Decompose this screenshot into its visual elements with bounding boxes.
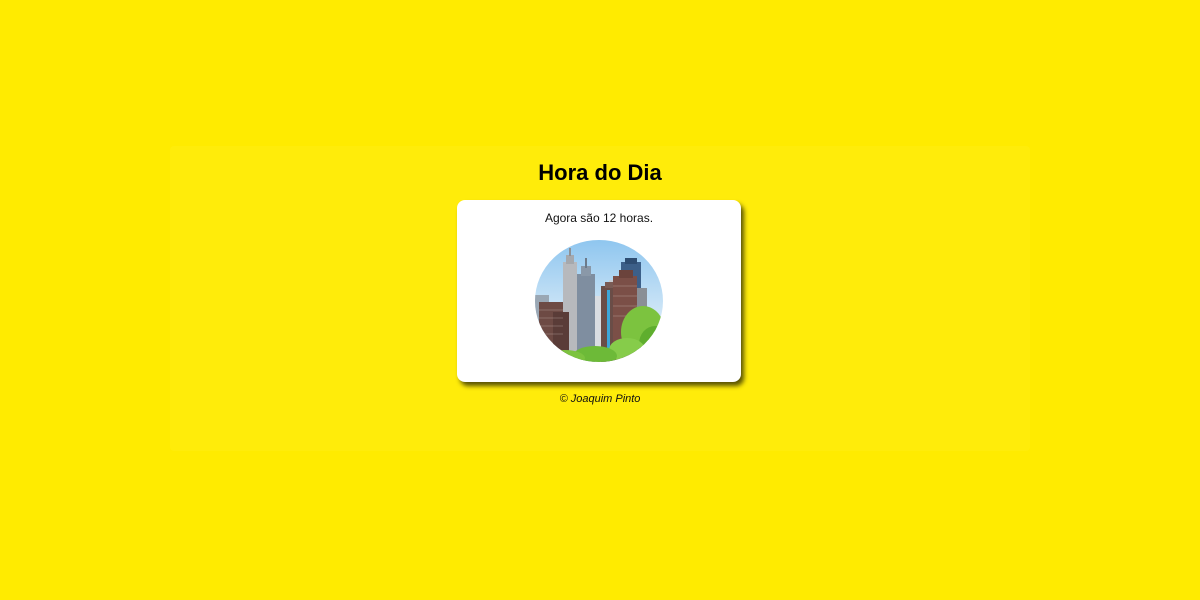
time-message: Agora são 12 horas. (544, 211, 654, 225)
footer-credit: © Joaquim Pinto (559, 393, 641, 405)
time-card: Agora são 12 horas. (457, 200, 741, 382)
city-skyline-image (535, 240, 663, 362)
page: Hora do Dia Agora são 12 horas. © Joaqui… (0, 0, 1200, 600)
page-title: Hora do Dia (538, 160, 662, 185)
